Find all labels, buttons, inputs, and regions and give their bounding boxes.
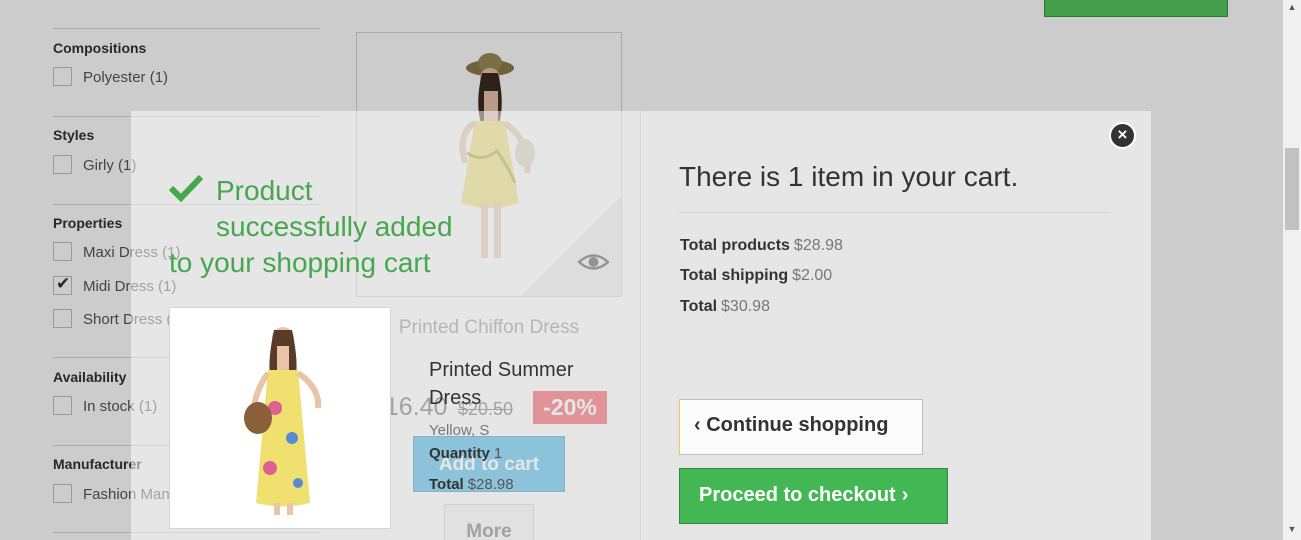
scrollbar[interactable]: ▲ ▼ [1283, 0, 1301, 540]
total-products-label: Total products [680, 237, 790, 254]
total-shipping-value: $2.00 [792, 267, 833, 284]
dress-model-image [244, 327, 322, 515]
cart-product-image [169, 307, 391, 529]
scroll-thumb[interactable] [1285, 148, 1299, 230]
chevron-right-icon: › [901, 484, 909, 506]
total-products-line: Total products $28.98 [680, 237, 843, 255]
success-line: successfully added [216, 211, 453, 242]
chevron-left-icon: ‹ [694, 414, 701, 436]
cart-divider [679, 212, 1111, 213]
total-shipping-line: Total shipping $2.00 [680, 267, 832, 285]
cart-product-attributes: Yellow, S [429, 422, 490, 439]
grand-total-line: Total $30.98 [680, 298, 770, 316]
success-line: Product [216, 175, 313, 206]
total-value: $28.98 [467, 476, 514, 493]
continue-shopping-button[interactable]: ‹ Continue shopping [679, 399, 923, 455]
scroll-up-icon[interactable]: ▲ [1283, 0, 1301, 14]
quantity-value: 1 [493, 445, 503, 462]
cart-product-total: Total $28.98 [429, 476, 514, 493]
total-label: Total [429, 476, 464, 493]
checkout-label: Proceed to checkout [699, 484, 896, 506]
scroll-down-icon[interactable]: ▼ [1283, 522, 1301, 536]
cart-product-name: Printed Summer Dress [429, 359, 574, 409]
success-line: to your shopping cart [169, 247, 431, 278]
cart-product-quantity: Quantity 1 [429, 445, 502, 462]
cart-heading: There is 1 item in your cart. [679, 161, 1019, 192]
modal-divider [640, 111, 641, 540]
quantity-label: Quantity [429, 445, 490, 462]
check-icon [168, 174, 204, 211]
total-shipping-label: Total shipping [680, 267, 789, 284]
total-products-value: $28.98 [793, 237, 843, 254]
close-icon[interactable]: × [1109, 122, 1136, 149]
continue-shopping-label: Continue shopping [706, 414, 889, 436]
grand-total-value: $30.98 [721, 298, 770, 315]
proceed-to-checkout-button[interactable]: Proceed to checkout › [679, 468, 948, 524]
add-to-cart-modal: × Product successfully added to your sho… [131, 111, 1151, 540]
grand-total-label: Total [680, 298, 718, 315]
